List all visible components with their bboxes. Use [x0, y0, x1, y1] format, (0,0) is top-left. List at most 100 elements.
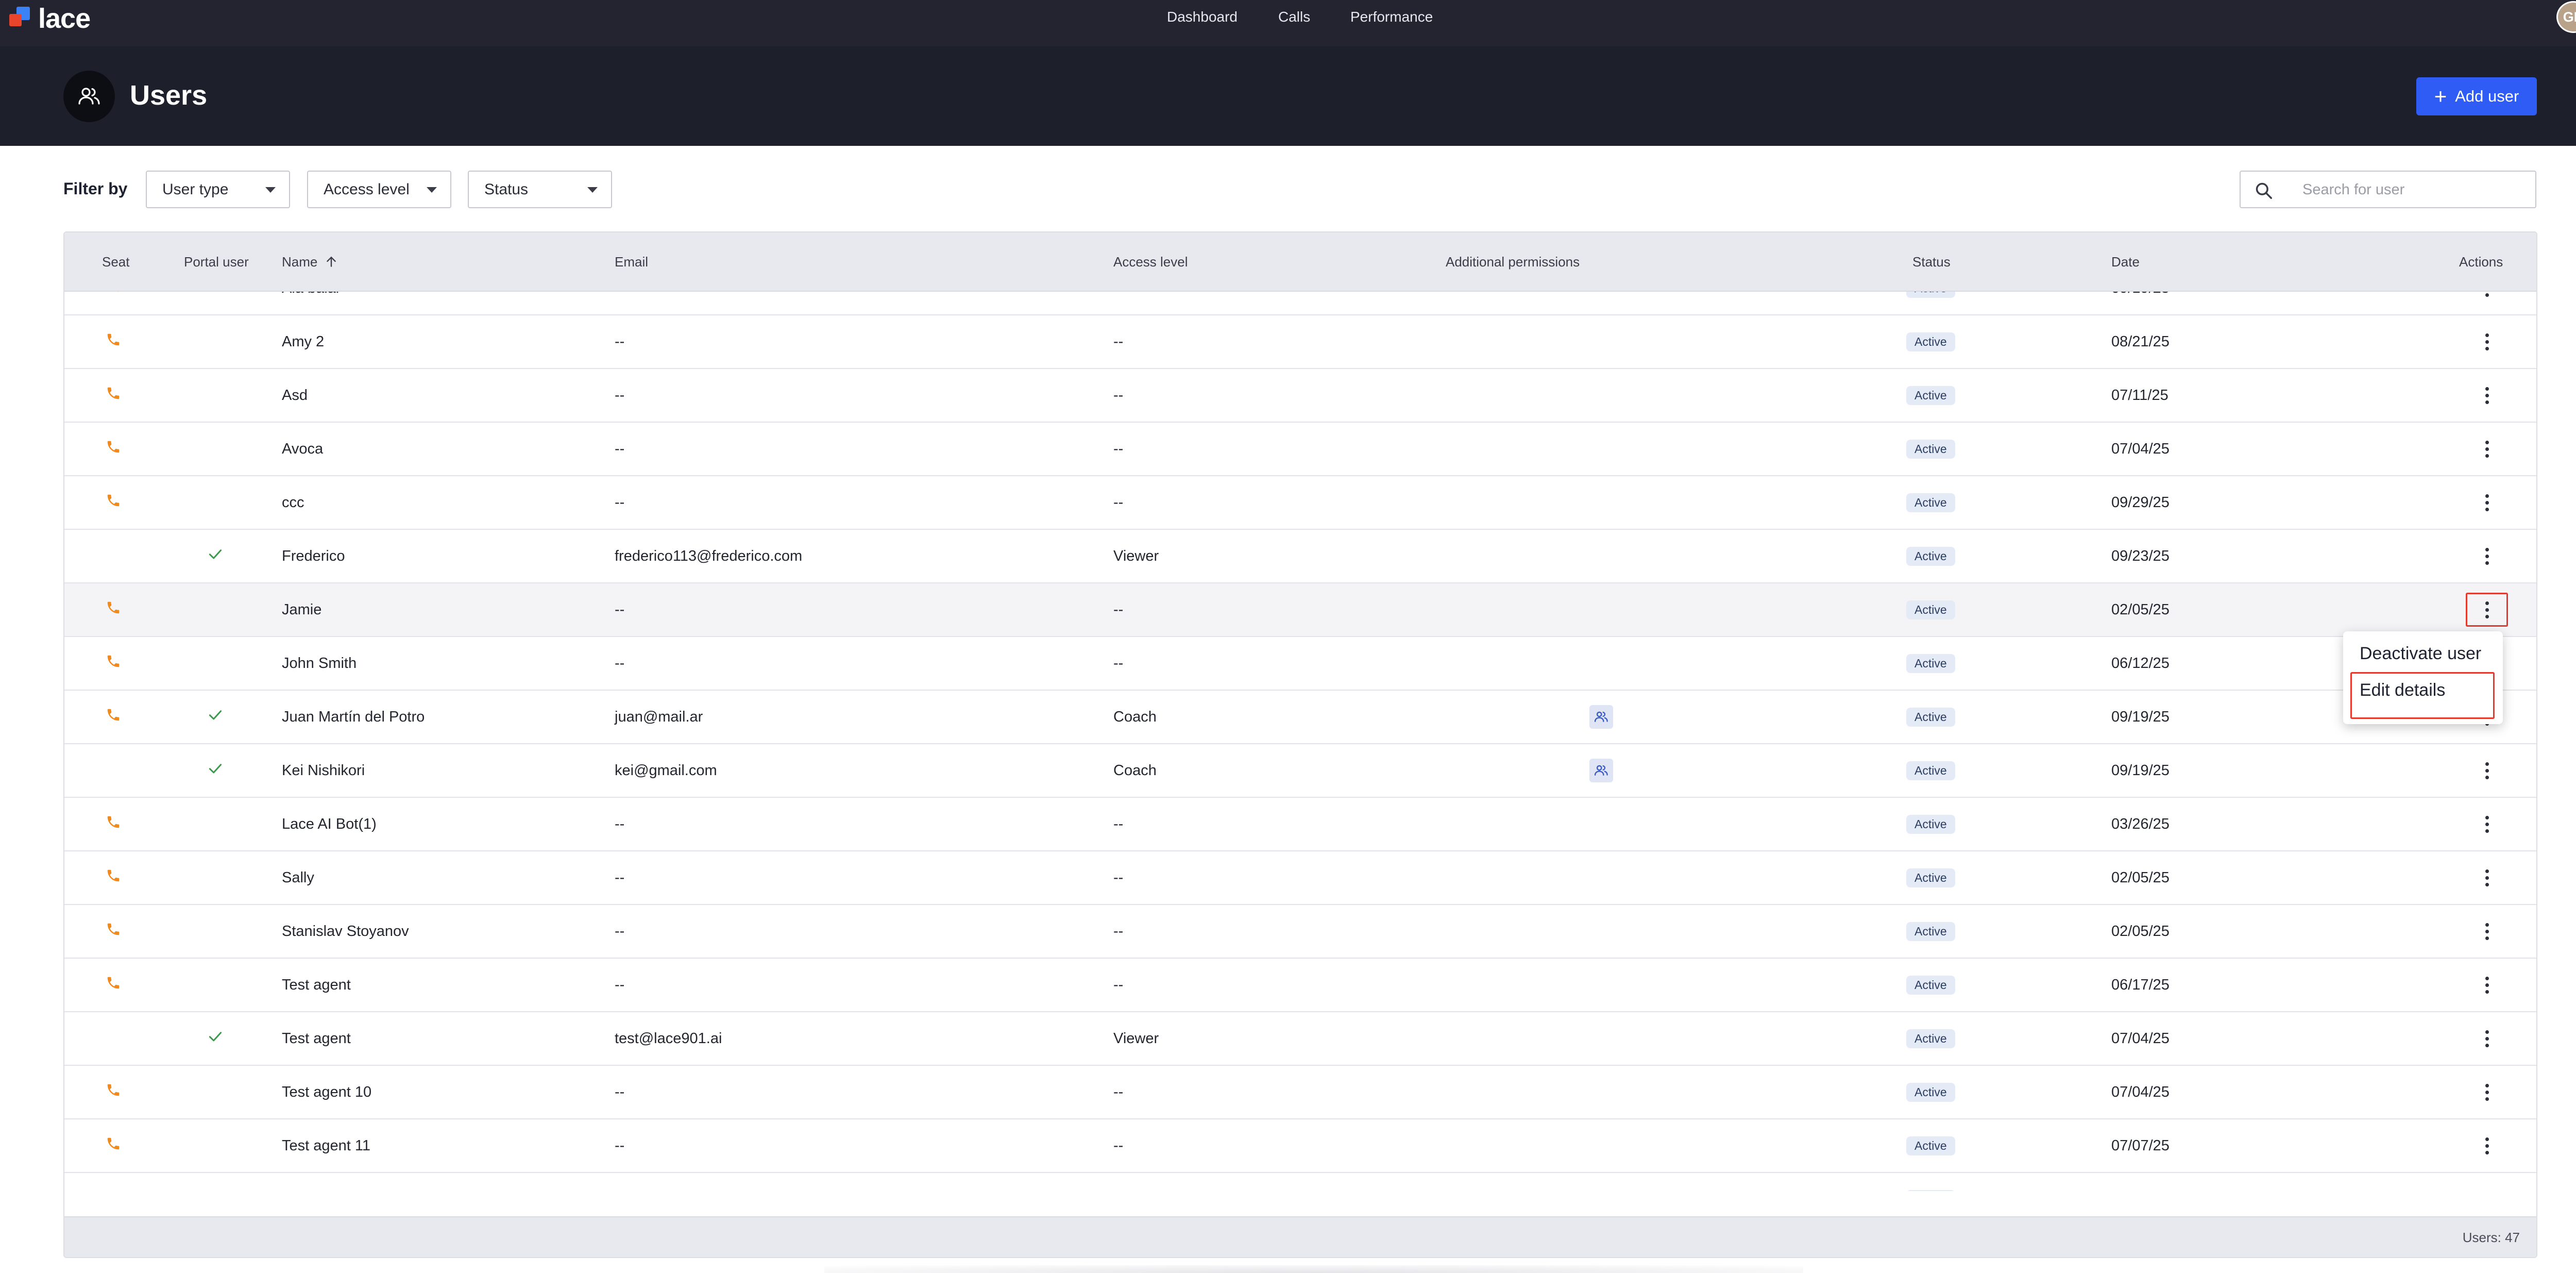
kebab-menu-icon[interactable]	[2477, 864, 2497, 892]
user-type-select[interactable]: User type	[146, 171, 290, 208]
kebab-menu-icon[interactable]	[2477, 1132, 2497, 1160]
user-name[interactable]: Test agent	[282, 1012, 351, 1065]
user-date: 09/19/25	[2111, 762, 2170, 779]
user-date: 06/17/25	[2111, 976, 2170, 993]
status-badge: Active	[1906, 922, 1955, 941]
kebab-menu-icon[interactable]	[2477, 971, 2497, 999]
col-name[interactable]: Name	[282, 253, 338, 271]
actions-cell	[2477, 1012, 2497, 1065]
col-access-level[interactable]: Access level	[1113, 253, 1188, 271]
table-row[interactable]: Lace AI Bot(1) -- -- Active 03/26/25	[64, 798, 2536, 851]
portal-user-cell	[207, 1012, 224, 1065]
user-name[interactable]: Test agent 11	[282, 1119, 370, 1172]
kebab-menu-icon[interactable]	[2477, 542, 2497, 570]
nav-dashboard[interactable]: Dashboard	[1167, 8, 1238, 26]
caret-down-icon	[427, 187, 437, 193]
user-name[interactable]: Asd	[282, 369, 308, 422]
table-row[interactable]: Juan Martín del Potro juan@mail.ar Coach Ac…	[64, 691, 2536, 744]
actions-cell	[2477, 292, 2497, 314]
user-date: 06/12/25	[2111, 655, 2170, 672]
kebab-menu-icon[interactable]	[2477, 810, 2497, 838]
table-row[interactable]: Jamie -- -- Active 02/05/25	[64, 583, 2536, 637]
user-date: 09/23/25	[2111, 547, 2170, 564]
status-cell: Active	[1906, 530, 1955, 582]
user-name[interactable]: Amy 2	[282, 315, 324, 368]
arrow-up-icon[interactable]	[325, 254, 338, 270]
status-cell: Active	[1906, 798, 1955, 850]
table-row[interactable]: Asd -- -- Active 07/11/25	[64, 369, 2536, 423]
table-row[interactable]: Ala balal -- -- Active 09/19/25	[64, 292, 2536, 315]
search-input[interactable]	[2302, 178, 2524, 202]
users-icon[interactable]	[1589, 705, 1613, 729]
kebab-menu-icon[interactable]	[2477, 435, 2497, 463]
status-badge: Active	[1906, 546, 1955, 566]
actions-cell	[2477, 851, 2497, 904]
table-row[interactable]: John Smith -- -- Active 06/12/25	[64, 637, 2536, 691]
table-row[interactable]: Kei Nishikori kei@gmail.com Coach Active 09/…	[64, 744, 2536, 798]
add-user-button[interactable]: + Add user	[2416, 77, 2537, 115]
actions-cell	[2477, 369, 2497, 422]
user-name[interactable]: Jamie	[282, 583, 321, 636]
user-name[interactable]: Ala balal	[282, 292, 339, 314]
kebab-menu-icon[interactable]	[2466, 593, 2508, 627]
kebab-menu-icon[interactable]	[2477, 1025, 2497, 1052]
user-name[interactable]: Lace AI Bot(1)	[282, 798, 377, 850]
table-row[interactable]: Test agent test@lace901.ai Viewer Active 07/…	[64, 1012, 2536, 1066]
table-row[interactable]: Stanislav Stoyanov -- -- Active 02/05/25	[64, 905, 2536, 959]
table-row[interactable]: Frederico frederico113@frederico.com Viewe…	[64, 530, 2536, 583]
kebab-menu-icon[interactable]	[2477, 328, 2497, 356]
phone-icon	[106, 1190, 121, 1191]
nav-performance[interactable]: Performance	[1350, 8, 1433, 26]
user-name[interactable]: Test agent	[282, 959, 351, 1011]
user-access-level: --	[1113, 923, 1124, 940]
col-date[interactable]: Date	[2111, 253, 2140, 271]
user-email: kei@gmail.com	[615, 762, 717, 779]
col-seat[interactable]: Seat	[102, 253, 130, 271]
menu-item-deactivate-user[interactable]: Deactivate user	[2360, 643, 2481, 664]
col-portal-user[interactable]: Portal user	[184, 253, 249, 271]
kebab-menu-icon[interactable]	[2477, 381, 2497, 409]
access-level-select[interactable]: Access level	[307, 171, 451, 208]
user-name[interactable]: Stanislav Stoyanov	[282, 905, 409, 958]
users-icon[interactable]	[1589, 759, 1613, 782]
kebab-menu-icon[interactable]	[2477, 757, 2497, 784]
table-row[interactable]: Test agent 11 -- -- Active 07/07/25	[64, 1119, 2536, 1173]
user-access-level: --	[1113, 387, 1124, 404]
table-row[interactable]: Avoca -- -- Active 07/04/25	[64, 423, 2536, 476]
table-row[interactable]: Amy 2 -- -- Active 08/21/25	[64, 315, 2536, 369]
user-name[interactable]: Sally	[282, 851, 314, 904]
user-date: 07/07/25	[2111, 1137, 2170, 1154]
lace-logo[interactable]: lace	[9, 3, 91, 34]
nav-calls[interactable]: Calls	[1278, 8, 1310, 26]
actions-cell	[2477, 905, 2497, 958]
col-status[interactable]: Status	[1912, 253, 1951, 271]
user-name[interactable]: Juan Martín del Potro	[282, 691, 425, 743]
user-name[interactable]: Test agent 12	[282, 1173, 371, 1192]
table-row[interactable]: Test agent 10 -- -- Active 07/04/25	[64, 1066, 2536, 1119]
avatar[interactable]: GK	[2556, 1, 2576, 33]
user-name[interactable]: Kei Nishikori	[282, 744, 365, 797]
user-name[interactable]: ccc	[282, 476, 304, 529]
user-name[interactable]: Frederico	[282, 530, 345, 582]
user-name[interactable]: John Smith	[282, 637, 357, 690]
user-name[interactable]: Test agent 10	[282, 1066, 371, 1118]
status-badge: Active	[1906, 386, 1955, 405]
kebab-menu-icon[interactable]	[2477, 489, 2497, 516]
table-row[interactable]: Sally -- -- Active 02/05/25	[64, 851, 2536, 905]
table-row[interactable]: Test agent -- -- Active 06/17/25	[64, 959, 2536, 1012]
kebab-menu-icon[interactable]	[2477, 1185, 2497, 1191]
search-box	[2240, 171, 2536, 208]
phone-icon	[106, 439, 121, 459]
phone-icon	[106, 1136, 121, 1155]
kebab-menu-icon[interactable]	[2477, 917, 2497, 945]
table-row[interactable]: ccc -- -- Active 09/29/25	[64, 476, 2536, 530]
user-name[interactable]: Avoca	[282, 423, 323, 475]
kebab-menu-icon[interactable]	[2477, 292, 2497, 302]
filter-label: Filter by	[63, 179, 128, 198]
status-cell: Active	[1906, 1012, 1955, 1065]
table-row[interactable]: Test agent 12 -- -- Active 07/11/25	[64, 1173, 2536, 1191]
col-email[interactable]: Email	[615, 253, 648, 271]
status-select[interactable]: Status	[468, 171, 612, 208]
actions-cell	[2477, 798, 2497, 850]
kebab-menu-icon[interactable]	[2477, 1078, 2497, 1106]
